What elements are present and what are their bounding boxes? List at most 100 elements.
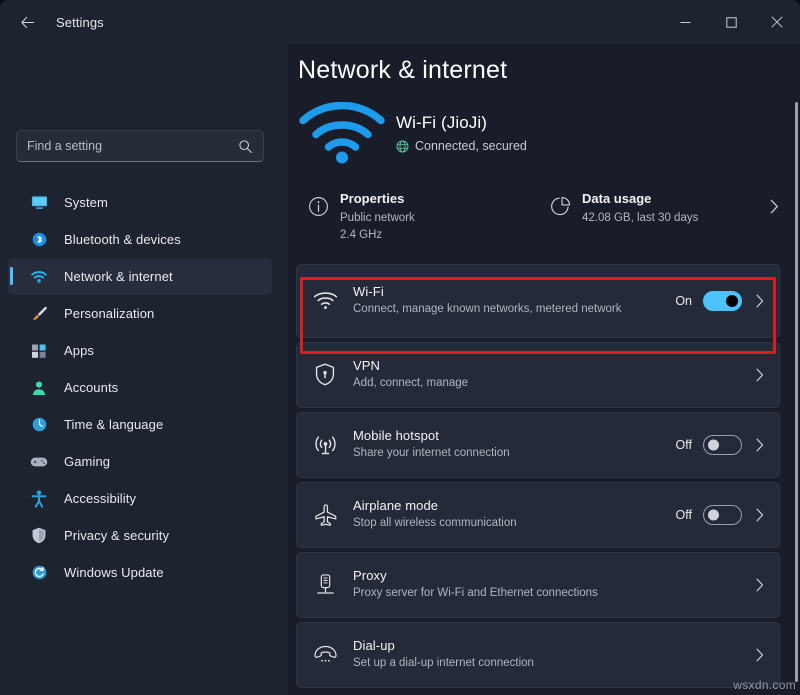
close-icon [771,16,783,28]
card-title: Mobile hotspot [353,427,439,443]
data-usage-title: Data usage [582,191,652,206]
data-usage-text: Data usage 42.08 GB, last 30 days [582,191,698,226]
card-vpn-controls [753,368,767,382]
hotspot-icon [297,433,353,456]
sidebar-item-network-internet[interactable]: Network & internet [8,258,272,295]
apps-icon [28,341,50,361]
chevron-right-icon[interactable] [753,508,767,522]
sidebar-item-label: Network & internet [64,269,173,284]
sidebar-item-time-language[interactable]: Time & language [8,406,272,443]
sidebar-item-label: Privacy & security [64,528,170,543]
toggle-state-label: On [675,293,692,308]
bluetooth-icon [28,230,50,250]
properties-cell[interactable]: Properties Public network 2.4 GHz [296,185,538,250]
card-vpn[interactable]: VPN Add, connect, manage [296,341,780,408]
properties-sub-2: 2.4 GHz [340,229,383,242]
card-proxy-controls [753,578,767,592]
settings-window: Settings Find a setting System Bluetooth… [0,0,800,695]
sidebar-item-gaming[interactable]: Gaming [8,443,272,480]
sidebar-nav: System Bluetooth & devices Network & int… [0,184,288,591]
clock-icon [28,415,50,435]
network-status-row: Connected, secured [396,139,527,153]
search-placeholder: Find a setting [27,139,103,153]
sidebar-item-accounts[interactable]: Accounts [8,369,272,406]
card-proxy[interactable]: Proxy Proxy server for Wi-Fi and Etherne… [296,551,780,618]
data-usage-cell[interactable]: Data usage 42.08 GB, last 30 days [538,185,780,250]
vpn-shield-icon [297,363,353,386]
card-mobile-hotspot-text: Mobile hotspot Share your internet conne… [353,428,676,462]
card-mobile-hotspot-controls: Off [675,434,767,455]
wifi-icon [297,291,353,310]
chevron-right-icon[interactable] [769,199,780,219]
sidebar-item-system[interactable]: System [8,184,272,221]
title-bar: Settings [0,0,800,44]
sidebar-item-accessibility[interactable]: Accessibility [8,480,272,517]
maximize-icon [725,16,737,28]
maximize-button[interactable] [708,0,754,44]
sidebar-item-apps[interactable]: Apps [8,332,272,369]
sidebar-item-windows-update[interactable]: Windows Update [8,554,272,591]
back-button[interactable] [10,7,44,37]
card-dial-up-text: Dial-up Set up a dial-up internet connec… [353,638,753,672]
chevron-right-icon[interactable] [753,294,767,308]
card-title: Wi-Fi [353,283,384,299]
main-scrollbar[interactable] [795,102,798,682]
globe-icon [396,140,409,153]
pie-chart-icon [538,191,582,217]
sidebar-item-label: Time & language [64,417,164,432]
window-title: Settings [56,14,104,30]
chevron-right-icon[interactable] [753,438,767,452]
network-name: Wi-Fi (JioJi) [396,113,487,132]
chevron-right-icon[interactable] [753,368,767,382]
settings-card-list: Wi-Fi Connect, manage known networks, me… [296,263,780,688]
card-airplane-mode[interactable]: Airplane mode Stop all wireless communic… [296,481,780,548]
mobile-hotspot-toggle[interactable] [703,434,742,455]
sidebar-item-label: Apps [64,343,95,358]
sidebar-item-personalization[interactable]: Personalization [8,295,272,332]
person-icon [28,378,50,398]
airplane-icon [297,503,353,527]
dialup-phone-icon [297,644,353,665]
sidebar-item-privacy-security[interactable]: Privacy & security [8,517,272,554]
toggle-knob [708,509,719,521]
sidebar-item-label: Accessibility [64,491,137,506]
properties-title: Properties [340,191,405,206]
wifi-icon [28,267,50,287]
monitor-icon [28,193,50,213]
card-dial-up[interactable]: Dial-up Set up a dial-up internet connec… [296,621,780,688]
sidebar-item-label: System [64,195,108,210]
toggle-knob [708,439,719,451]
sidebar: Find a setting System Bluetooth & device… [0,44,288,695]
wifi-toggle[interactable] [703,290,742,311]
network-hero-text: Wi-Fi (JioJi) Connected, secured [396,113,527,153]
card-wifi-text: Wi-Fi Connect, manage known networks, me… [353,284,675,318]
card-title: Airplane mode [353,497,439,513]
properties-sub-1: Public network [340,212,415,224]
card-subtitle: Set up a dial-up internet connection [353,656,534,669]
proxy-server-icon [297,573,353,597]
sidebar-item-label: Bluetooth & devices [64,232,181,247]
chevron-right-icon[interactable] [753,648,767,662]
close-button[interactable] [754,0,800,44]
card-subtitle: Stop all wireless communication [353,516,517,529]
wifi-large-icon [294,102,390,164]
card-wifi[interactable]: Wi-Fi Connect, manage known networks, me… [296,263,780,338]
watermark: wsxdn.com [733,678,796,692]
sidebar-item-bluetooth-devices[interactable]: Bluetooth & devices [8,221,272,258]
chevron-right-icon[interactable] [753,578,767,592]
accessibility-icon [28,489,50,509]
card-vpn-text: VPN Add, connect, manage [353,358,753,392]
card-mobile-hotspot[interactable]: Mobile hotspot Share your internet conne… [296,411,780,478]
airplane-mode-toggle[interactable] [703,504,742,525]
search-input[interactable]: Find a setting [16,130,264,162]
toggle-state-label: Off [675,437,692,452]
card-subtitle: Add, connect, manage [353,376,469,389]
sidebar-item-label: Gaming [64,454,111,469]
sidebar-item-label: Accounts [64,380,119,395]
card-wifi-controls: On [675,290,767,311]
minimize-button[interactable] [662,0,708,44]
card-airplane-mode-text: Airplane mode Stop all wireless communic… [353,498,676,532]
card-title: Proxy [353,567,387,583]
sidebar-item-label: Personalization [64,306,155,321]
arrow-left-icon [20,16,34,28]
